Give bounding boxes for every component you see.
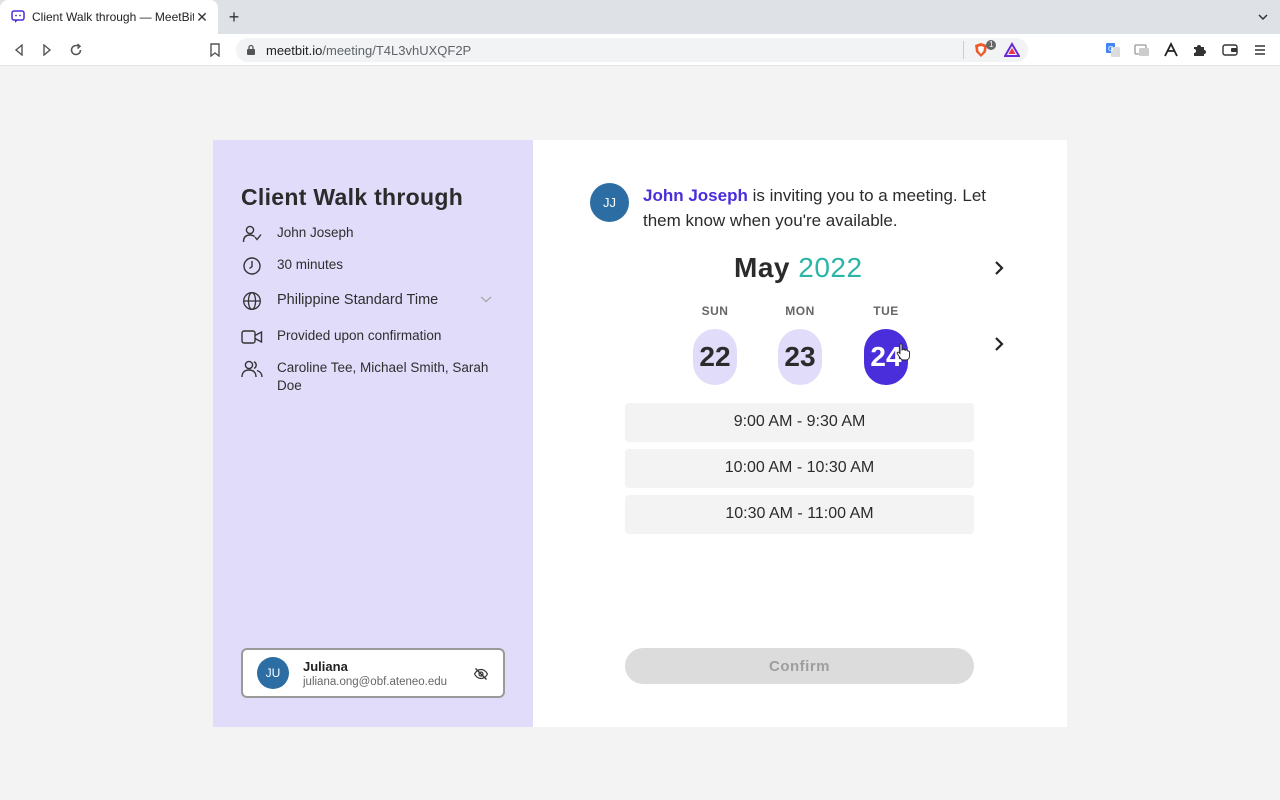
url-domain: meetbit.io (266, 42, 323, 58)
date-button-23[interactable]: 23 (778, 329, 822, 385)
new-tab-plus-icon[interactable]: + (226, 8, 242, 26)
host-name-link[interactable]: John Joseph (643, 186, 748, 205)
month-year-label: May 2022 (734, 252, 863, 284)
tab-search-chevron-icon[interactable] (1256, 10, 1270, 24)
duration-row: 30 minutes (241, 256, 343, 276)
day-column-sun: SUN 22 (693, 304, 737, 385)
user-name: Juliana (303, 658, 348, 674)
svg-text:G: G (1108, 45, 1113, 53)
url-path: /meeting/T4L3vhUXQF2P (322, 42, 472, 58)
brave-rewards-icon[interactable] (1003, 41, 1021, 59)
lock-icon (246, 44, 258, 56)
location-row: Provided upon confirmation (241, 327, 441, 347)
extensions-puzzle-icon[interactable] (1190, 41, 1208, 59)
tab-title: Client Walk through — MeetBit (32, 10, 194, 24)
meetbit-favicon-icon (10, 9, 26, 25)
tab-close-icon[interactable]: ✕ (194, 9, 210, 26)
address-bar[interactable]: meetbit.io/meeting/T4L3vhUXQF2P (236, 38, 1028, 62)
scheduling-panel: JJ John Joseph is inviting you to a meet… (533, 140, 1067, 727)
extension-arrow-icon[interactable] (1162, 41, 1180, 59)
browser-tab[interactable]: Client Walk through — MeetBit ✕ (0, 0, 218, 34)
time-slot-button[interactable]: 10:00 AM - 10:30 AM (625, 449, 974, 487)
url-text: meetbit.io/meeting/T4L3vhUXQF2P (266, 43, 471, 58)
next-month-chevron-icon[interactable] (991, 258, 1007, 278)
user-avatar: JU (257, 657, 289, 689)
invite-message: John Joseph is inviting you to a meeting… (643, 183, 1003, 233)
location: Provided upon confirmation (277, 328, 442, 343)
host-name: John Joseph (277, 225, 354, 240)
host-row: John Joseph (241, 224, 354, 244)
timezone-select[interactable]: Philippine Standard Time (277, 291, 438, 309)
chevron-down-icon[interactable] (479, 292, 493, 306)
next-days-chevron-icon[interactable] (991, 334, 1007, 354)
person-check-icon (241, 224, 263, 244)
duration: 30 minutes (277, 257, 344, 272)
reload-icon[interactable] (67, 41, 85, 59)
date-button-22[interactable]: 22 (693, 329, 737, 385)
address-bar-divider (963, 41, 964, 59)
browser-toolbar: meetbit.io/meeting/T4L3vhUXQF2P 1 G (0, 34, 1280, 66)
day-of-week: SUN (701, 304, 729, 318)
confirm-button[interactable]: Confirm (625, 648, 974, 684)
meeting-details-panel: Client Walk through John Joseph 30 minut… (213, 140, 533, 727)
month-label: May (734, 252, 790, 283)
people-icon (241, 359, 263, 379)
meeting-title: Client Walk through (241, 184, 464, 210)
attendees: Caroline Tee, Michael Smith, Sarah Doe (277, 360, 489, 393)
browser-tab-bar: Client Walk through — MeetBit ✕ + (0, 0, 1280, 34)
translate-icon[interactable]: G (1104, 41, 1122, 59)
user-email: juliana.ong@obf.ateneo.edu (303, 675, 448, 688)
day-of-week: MON (785, 304, 815, 318)
year-label: 2022 (798, 252, 863, 283)
meeting-card: Client Walk through John Joseph 30 minut… (213, 140, 1067, 727)
timezone-row[interactable]: Philippine Standard Time (241, 291, 438, 311)
day-of-week: TUE (873, 304, 899, 318)
back-arrow-icon[interactable] (10, 41, 28, 59)
time-slot-button[interactable]: 10:30 AM - 11:00 AM (625, 495, 974, 533)
extension-screen-icon[interactable] (1133, 41, 1151, 59)
day-column-mon: MON 23 (778, 304, 822, 385)
video-camera-icon (241, 327, 263, 347)
bookmark-icon[interactable] (206, 41, 224, 59)
eye-off-icon[interactable] (473, 666, 489, 682)
globe-icon (241, 291, 263, 311)
current-user-card: JU Juliana juliana.ong@obf.ateneo.edu (241, 648, 505, 698)
time-slot-button[interactable]: 9:00 AM - 9:30 AM (625, 403, 974, 441)
day-column-tue: TUE 24 (864, 304, 908, 385)
browser-menu-icon[interactable] (1251, 41, 1269, 59)
month-header: May 2022 (533, 252, 1067, 288)
wallet-icon[interactable] (1221, 41, 1239, 59)
attendees-row: Caroline Tee, Michael Smith, Sarah Doe (241, 359, 501, 395)
date-button-24-selected[interactable]: 24 (864, 329, 908, 385)
host-avatar: JJ (590, 183, 629, 222)
forward-arrow-icon[interactable] (38, 41, 56, 59)
clock-icon (241, 256, 263, 276)
